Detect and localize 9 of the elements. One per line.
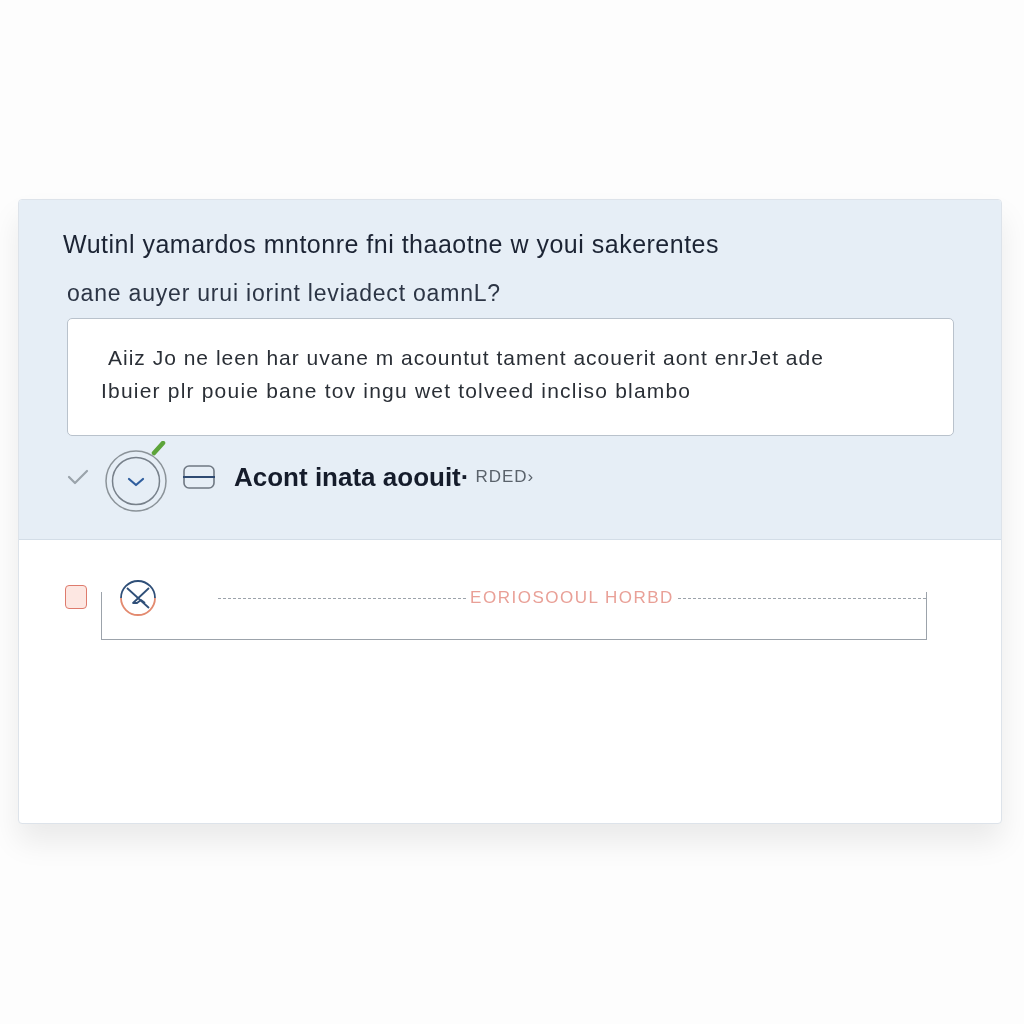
answer-box[interactable]: Aiiz Jo ne leen har uvane m acountut tament acouerit aont enrJet ade Ibuier plr pouie bane tov ingu wet tolveed incliso blambo [67, 318, 954, 436]
question-text: Wutinl yamardos mntonre fni thaaotne w youi sakerentes oane auyer urui iorint leviadect oamnL? [63, 229, 721, 308]
status-tag: RDED› [475, 464, 535, 490]
card-icon [182, 464, 216, 490]
checkbox[interactable] [65, 585, 87, 609]
status-title: Acont inata aoouit· [234, 460, 470, 494]
dropdown-circle-icon[interactable] [105, 441, 169, 513]
check-icon [67, 469, 89, 485]
crossed-circle-icon [119, 579, 157, 617]
